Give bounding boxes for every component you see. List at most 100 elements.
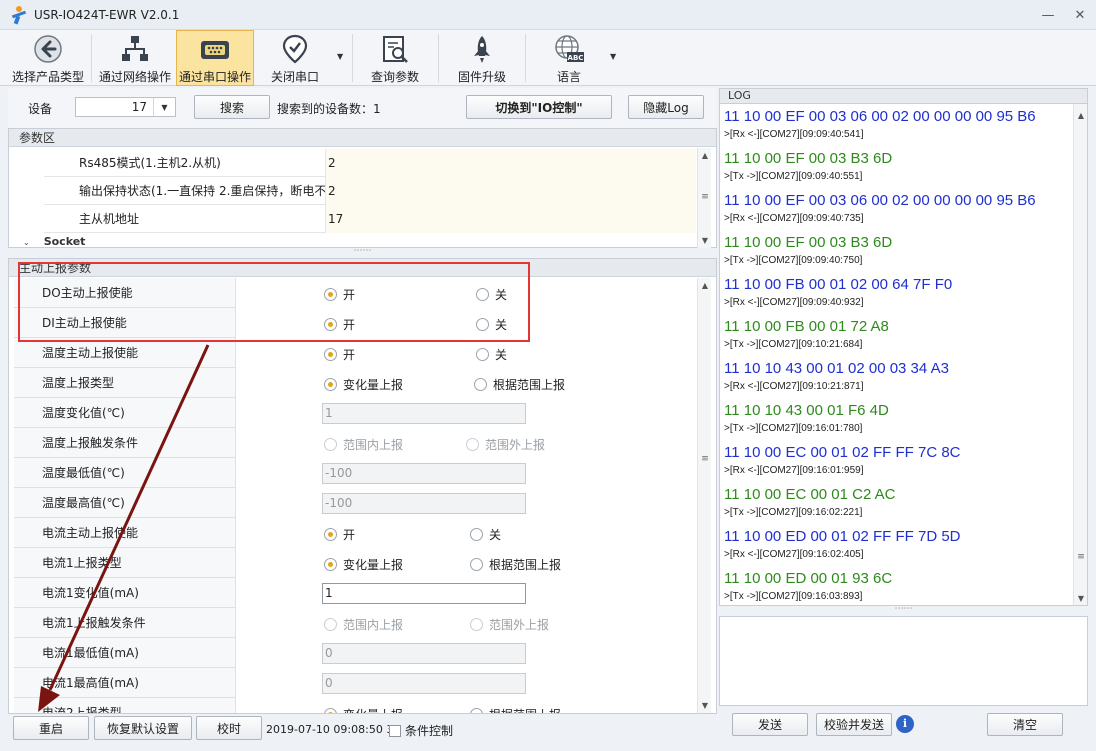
log-meta-line: >[Tx ->][COM27][09:16:02:221]	[724, 507, 863, 518]
clear-button[interactable]: 清空	[987, 713, 1063, 736]
scroll-up-icon[interactable]: ▲	[698, 278, 712, 292]
main-toolbar: 选择产品类型 通过网络操作 通过串口操作 关闭串口 ▼ 查询参数 固件升级 AB…	[0, 30, 1096, 86]
select-product-type-button[interactable]: 选择产品类型	[8, 30, 88, 86]
scroll-grip-icon[interactable]: ≡	[1076, 552, 1086, 562]
report-scrollbar[interactable]: ▲ ≡ ▼	[697, 278, 712, 713]
report-row: 温度上报触发条件 范围内上报 范围外上报	[14, 428, 696, 458]
radio-change-report[interactable]: 变化量上报	[324, 556, 403, 573]
param-row[interactable]: 主从机地址 17	[44, 205, 696, 233]
annotation-highlight-box	[18, 262, 530, 342]
radio-range-report[interactable]: 根据范围上报	[474, 376, 565, 393]
radio-off[interactable]: 关	[476, 346, 507, 363]
radio-on[interactable]: 开	[324, 346, 355, 363]
rocket-icon	[466, 33, 498, 65]
temp-min-field[interactable]: -100	[322, 463, 526, 484]
network-operation-button[interactable]: 通过网络操作	[95, 30, 175, 86]
param-row[interactable]: 输出保持状态(1.一直保持 2.重启保持，断电不 2	[44, 177, 696, 205]
current1-min-field[interactable]: 0	[322, 643, 526, 664]
scroll-grip-icon[interactable]: ≡	[700, 454, 710, 464]
log-tx-line: 11 10 10 43 00 01 F6 4D	[724, 402, 889, 419]
log-meta-line: >[Tx ->][COM27][09:16:03:893]	[724, 591, 863, 602]
param-row[interactable]: Rs485模式(1.主机2.从机) 2	[44, 149, 696, 177]
device-label: 设备	[28, 102, 53, 116]
report-row: 电流1最高值(mA) 0	[14, 668, 696, 698]
report-row: 电流主动上报使能 开 关	[14, 518, 696, 548]
title-bar: USR-IO424T-EWR V2.0.1 — ✕	[0, 0, 1096, 30]
sync-time-button[interactable]: 校时	[196, 716, 262, 740]
radio-off[interactable]: 关	[470, 526, 501, 543]
condition-control-checkbox[interactable]: 条件控制	[389, 722, 453, 739]
radio-in-range[interactable]: 范围内上报	[324, 616, 403, 633]
log-meta-line: >[Rx <-][COM27][09:10:21:871]	[724, 381, 864, 392]
splitter-handle[interactable]: ⋯⋯	[8, 247, 717, 256]
log-rx-line: 11 10 00 EC 00 01 02 FF FF 7C 8C	[724, 444, 961, 461]
log-meta-line: >[Rx <-][COM27][09:09:40:932]	[724, 297, 864, 308]
minimize-icon[interactable]: —	[1032, 0, 1064, 30]
send-button[interactable]: 发送	[732, 713, 808, 736]
radio-range-report[interactable]: 根据范围上报	[470, 706, 561, 713]
log-rx-line: 11 10 10 43 00 01 02 00 03 34 A3	[724, 360, 949, 377]
log-meta-line: >[Rx <-][COM27][09:09:40:541]	[724, 129, 864, 140]
send-input[interactable]	[719, 616, 1088, 706]
scroll-grip-icon[interactable]: ≡	[700, 192, 710, 202]
close-icon[interactable]: ✕	[1064, 0, 1096, 30]
radio-change-report[interactable]: 变化量上报	[324, 706, 403, 713]
log-title: LOG	[719, 88, 1088, 104]
report-row: 电流2上报类型 变化量上报 根据范围上报	[14, 698, 696, 713]
restore-defaults-button[interactable]: 恢复默认设置	[94, 716, 192, 740]
search-button[interactable]: 搜索	[194, 95, 270, 119]
info-icon[interactable]: i	[896, 715, 914, 733]
log-output[interactable]: 11 10 00 EF 00 03 06 00 02 00 00 00 00 9…	[719, 104, 1088, 606]
log-splitter-handle[interactable]: ⋯⋯	[719, 605, 1088, 614]
log-rx-line: 11 10 00 FB 00 01 02 00 64 7F F0	[724, 276, 953, 293]
globe-abc-icon: ABC	[553, 33, 585, 65]
query-params-button[interactable]: 查询参数	[357, 30, 433, 86]
current1-max-field[interactable]: 0	[322, 673, 526, 694]
param-scrollbar[interactable]: ▲ ≡ ▼	[697, 148, 711, 248]
log-tx-line: 11 10 00 EF 00 03 B3 6D	[724, 234, 893, 251]
radio-on[interactable]: 开	[324, 526, 355, 543]
radio-out-range[interactable]: 范围外上报	[466, 436, 545, 453]
scroll-up-icon[interactable]: ▲	[698, 148, 712, 162]
scroll-up-icon[interactable]: ▲	[1074, 108, 1087, 122]
temp-change-field[interactable]: 1	[322, 403, 526, 424]
radio-range-report[interactable]: 根据范围上报	[470, 556, 561, 573]
left-panel: 设备 17 ▼ 搜索 搜索到的设备数：1 切换到"IO控制" 隐藏Log 参数区…	[8, 88, 717, 744]
switch-io-control-button[interactable]: 切换到"IO控制"	[466, 95, 612, 119]
chevron-down-icon[interactable]: ▼	[610, 52, 616, 61]
firmware-upgrade-button[interactable]: 固件升级	[444, 30, 520, 86]
scroll-down-icon[interactable]: ▼	[1074, 591, 1087, 605]
hide-log-button[interactable]: 隐藏Log	[628, 95, 704, 119]
log-meta-line: >[Tx ->][COM27][09:10:21:684]	[724, 339, 863, 350]
verify-send-button[interactable]: 校验并发送	[816, 713, 892, 736]
log-scrollbar[interactable]: ▲ ≡ ▼	[1073, 104, 1087, 605]
report-row: 温度最低值(℃) -100	[14, 458, 696, 488]
log-rx-line: 11 10 00 ED 00 01 02 FF FF 7D 5D	[724, 528, 961, 545]
temp-max-field[interactable]: -100	[322, 493, 526, 514]
device-select[interactable]: 17 ▼	[75, 97, 176, 117]
log-meta-line: >[Rx <-][COM27][09:16:01:959]	[724, 465, 864, 476]
serial-operation-button[interactable]: 通过串口操作	[176, 30, 254, 86]
chevron-down-icon[interactable]: ▼	[153, 98, 175, 116]
chevron-down-icon[interactable]: ▼	[337, 52, 343, 61]
report-row: 电流1上报触发条件 范围内上报 范围外上报	[14, 608, 696, 638]
log-meta-line: >[Tx ->][COM27][09:16:01:780]	[724, 423, 863, 434]
radio-out-range[interactable]: 范围外上报	[470, 616, 549, 633]
language-button[interactable]: ABC 语言	[530, 30, 608, 86]
log-meta-line: >[Rx <-][COM27][09:16:02:405]	[724, 549, 864, 560]
report-row: 温度最高值(℃) -100	[14, 488, 696, 518]
radio-change-report[interactable]: 变化量上报	[324, 376, 403, 393]
collapsed-group-socket[interactable]: ⌄ Socket	[23, 235, 85, 248]
current1-change-field[interactable]: 1	[322, 583, 526, 604]
restart-button[interactable]: 重启	[13, 716, 89, 740]
svg-text:ABC: ABC	[568, 54, 584, 62]
close-serial-button[interactable]: 关闭串口	[258, 30, 332, 86]
network-icon	[119, 33, 151, 65]
scroll-down-icon[interactable]: ▼	[698, 698, 712, 712]
report-row: 电流1上报类型 变化量上报 根据范围上报	[14, 548, 696, 578]
param-section: 参数区 Rs485模式(1.主机2.从机) 2 输出保持状态(1.一直保持 2.…	[8, 128, 717, 248]
log-panel: LOG 11 10 00 EF 00 03 06 00 02 00 00 00 …	[719, 88, 1088, 744]
scroll-down-icon[interactable]: ▼	[698, 233, 712, 247]
serial-port-icon	[199, 34, 231, 65]
radio-in-range[interactable]: 范围内上报	[324, 436, 403, 453]
